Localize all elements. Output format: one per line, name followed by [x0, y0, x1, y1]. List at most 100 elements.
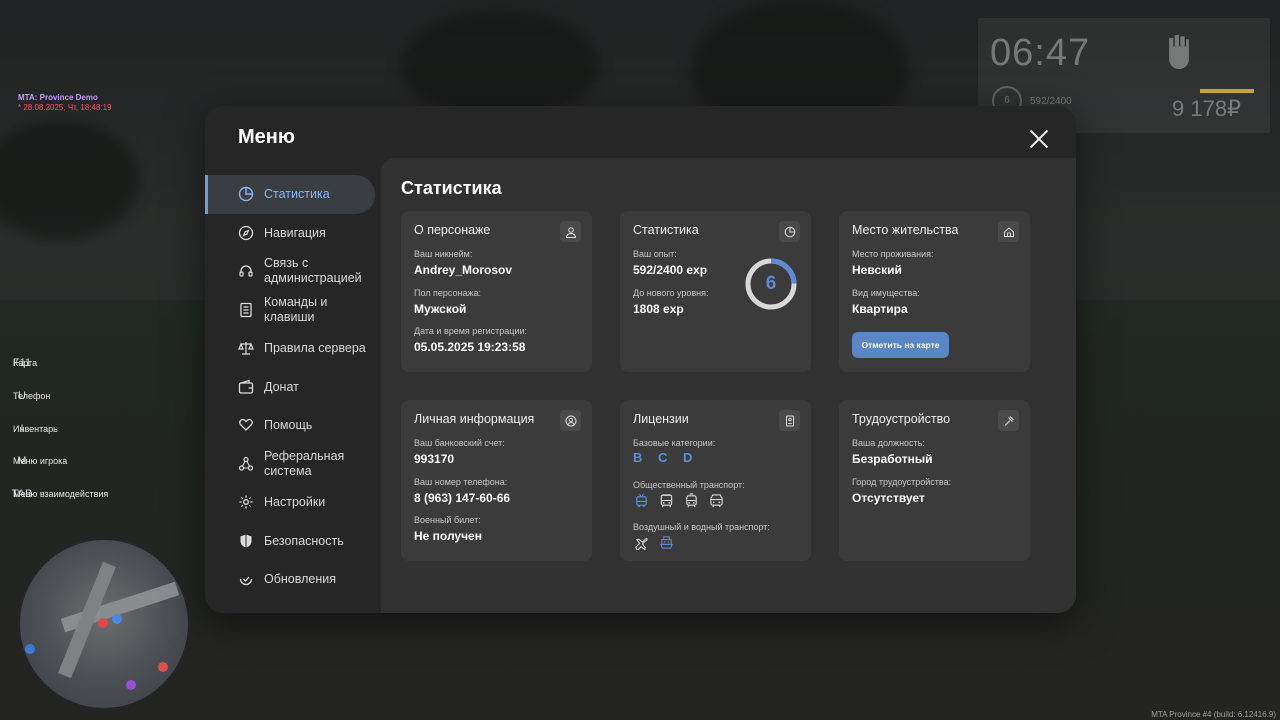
- property-value: Квартира: [852, 302, 908, 316]
- gender-value: Мужской: [414, 302, 467, 316]
- phone-value: 8 (963) 147-60-66: [414, 491, 511, 505]
- compass-icon: [238, 225, 254, 241]
- card-title: Статистика: [633, 223, 699, 237]
- card-employment: Трудоустройство Ваша должность: Безработ…: [839, 400, 1030, 561]
- nickname-value: Andrey_Morosov: [414, 263, 513, 277]
- gender-label: Пол персонажа:: [414, 288, 482, 298]
- sidebar-item-rules[interactable]: Правила сервера: [205, 329, 381, 368]
- sidebar-item-navigation[interactable]: Навигация: [205, 214, 381, 253]
- mark-on-map-button[interactable]: Отметить на карте: [852, 332, 949, 358]
- hud-health-bar: [1200, 89, 1254, 93]
- position-label: Ваша должность:: [852, 438, 925, 448]
- minimap[interactable]: [18, 538, 190, 710]
- hotkey-interaction-menu: TAB Меню взаимодействия: [0, 478, 200, 511]
- card-personal: Личная информация Ваш банковский счет: 9…: [401, 400, 592, 561]
- base-categories-label: Базовые категории:: [633, 438, 716, 448]
- sidebar-item-commands[interactable]: Команды и клавиши: [205, 291, 381, 330]
- hotkey-phone: U Телефон: [0, 380, 200, 413]
- gear-icon: [238, 494, 254, 510]
- hotkey-map: F11 Карта: [0, 347, 200, 380]
- phone-label: Ваш номер телефона:: [414, 477, 508, 487]
- card-residence: Место жительства Место проживания: Невск…: [839, 211, 1030, 372]
- sidebar-item-updates[interactable]: Обновления: [205, 560, 381, 599]
- sidebar-item-help[interactable]: Помощь: [205, 406, 381, 445]
- hotkey-player-menu: M Меню игрока: [0, 445, 200, 478]
- close-button[interactable]: [1028, 128, 1050, 150]
- position-value: Безработный: [852, 452, 933, 466]
- sidebar-item-donate[interactable]: Донат: [205, 368, 381, 407]
- sidebar-item-referral[interactable]: Реферальная система: [205, 445, 381, 484]
- refresh-icon: [238, 571, 254, 587]
- marker-blip-icon: [25, 644, 35, 654]
- hud-money: 9 178₽: [1172, 96, 1242, 121]
- card-title: Трудоустройство: [852, 412, 951, 426]
- build-info: MTA Province #4 (build: 6.12416.9): [1151, 710, 1276, 719]
- metro-icon: [708, 492, 724, 508]
- pie-chart-icon: [779, 221, 800, 242]
- card-title: Лицензии: [633, 412, 689, 426]
- sidebar-item-label: Навигация: [264, 225, 326, 240]
- next-level-value: 1808 exp: [633, 302, 684, 316]
- player-blip-icon: [98, 618, 108, 628]
- public-transport-label: Общественный транспорт:: [633, 480, 745, 490]
- exp-value: 592/2400 exp: [633, 263, 708, 277]
- user-icon: [560, 221, 581, 242]
- sidebar-item-label: Донат: [264, 379, 299, 394]
- menu-title: Меню: [238, 126, 295, 148]
- registration-value: 05.05.2025 19:23:58: [414, 340, 526, 354]
- hotkey-list: F11 Карта U Телефон I Инвентарь M Меню игрок…: [0, 347, 200, 510]
- sidebar-item-label: Правила сервера: [264, 341, 366, 356]
- fist-icon: [1162, 32, 1198, 72]
- card-character: О персонаже Ваш никнейм: Andrey_Morosov …: [401, 211, 592, 372]
- place-value: Невский: [852, 263, 902, 277]
- sidebar-item-label: Помощь: [264, 418, 313, 433]
- military-label: Военный билет:: [414, 515, 481, 525]
- sidebar-item-label: Безопасность: [264, 533, 344, 548]
- military-value: Не получен: [414, 529, 482, 543]
- base-categories-value: B C D: [633, 450, 699, 465]
- hotkey-label: Меню игрока: [13, 456, 68, 467]
- hotkey-label: Меню взаимодействия: [13, 489, 109, 500]
- hud-clock: 06:47: [990, 32, 1091, 74]
- heart-hand-icon: [238, 417, 254, 433]
- menu-window: Меню Статистика Навигация Связь с админи…: [205, 106, 1076, 613]
- card-stats: Статистика Ваш опыт: 592/2400 exp До нов…: [620, 211, 811, 372]
- sidebar-item-label: Настройки: [264, 495, 326, 510]
- nickname-label: Ваш никнейм:: [414, 249, 473, 259]
- bank-label: Ваш банковский счет:: [414, 438, 505, 448]
- bank-value: 993170: [414, 452, 455, 466]
- registration-label: Дата и время регистрации:: [414, 326, 527, 336]
- card-title: Личная информация: [414, 412, 535, 426]
- boat-icon: [658, 534, 674, 550]
- level-value: 6: [765, 273, 777, 294]
- trolleybus-icon: [633, 492, 649, 508]
- sidebar-item-security[interactable]: Безопасность: [205, 522, 381, 561]
- card-licenses: Лицензии Базовые категории: B C D Общест…: [620, 400, 811, 561]
- sidebar-item-admin-contact[interactable]: Связь с администрацией: [205, 252, 381, 291]
- bus-icon: [658, 492, 674, 508]
- sidebar-item-label: Связь с администрацией: [264, 256, 362, 286]
- shield-icon: [238, 533, 254, 549]
- property-label: Вид имущества:: [852, 288, 920, 298]
- hammer-icon: [998, 410, 1019, 431]
- network-icon: [238, 456, 254, 472]
- headset-icon: [238, 263, 254, 279]
- mta-date: * 28.08.2025, Чт, 18:48:19: [18, 103, 112, 112]
- mta-title: MTA: Province Demo: [18, 93, 98, 102]
- hotkey-label: Карта: [13, 358, 38, 369]
- sidebar-item-settings[interactable]: Настройки: [205, 483, 381, 522]
- public-transport-icons: [633, 492, 724, 508]
- plane-icon: [633, 534, 649, 550]
- next-level-label: До нового уровня:: [633, 288, 709, 298]
- sidebar-item-statistics[interactable]: Статистика: [205, 175, 375, 214]
- exp-label: Ваш опыт:: [633, 249, 677, 259]
- hotkey-label: Инвентарь: [13, 423, 58, 434]
- hotkey-label: Телефон: [13, 391, 51, 402]
- license-icon: [779, 410, 800, 431]
- hotkey-inventory: I Инвентарь: [0, 412, 200, 445]
- mta-info: MTA: Province Demo * 28.08.2025, Чт, 18:…: [18, 93, 112, 113]
- sidebar-item-label: Команды и клавиши: [264, 294, 328, 324]
- card-title: Место жительства: [852, 223, 959, 237]
- scales-icon: [238, 340, 254, 356]
- wallet-icon: [238, 379, 254, 395]
